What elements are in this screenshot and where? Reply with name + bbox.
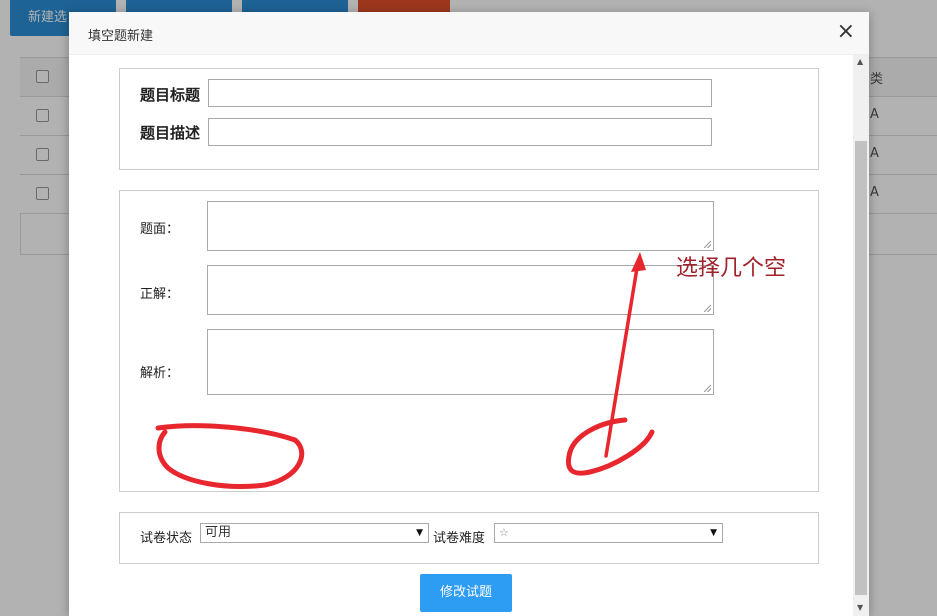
scroll-thumb[interactable] [855,141,867,595]
resize-handle-icon[interactable] [704,305,711,312]
submit-question-button[interactable]: 修改试题 [420,574,512,612]
dialog-header: 填空题新建 × [69,12,869,55]
stem-textarea[interactable] [207,201,714,251]
dialog-title: 填空题新建 [88,29,154,44]
status-select[interactable]: 可用 ▼ [200,523,429,543]
content-section: 题面： 正解： 解析： [119,190,819,492]
annotation-text: 选择几个空 [676,256,787,281]
scroll-up-icon[interactable]: ▲ [857,57,863,66]
resize-handle-icon[interactable] [704,385,711,392]
question-desc-label: 题目描述 [140,124,201,142]
title-section: 题目标题 题目描述 [119,68,819,170]
question-title-label: 题目标题 [140,86,201,104]
close-icon[interactable]: × [837,20,855,44]
dropdown-arrow-icon: ▼ [416,528,423,538]
question-desc-input[interactable] [208,118,712,146]
analysis-textarea[interactable] [207,329,714,395]
answer-label: 正解： [140,287,180,302]
settings-section: 试卷状态 可用 ▼ 试卷难度 ☆ ▼ [119,512,819,564]
resize-handle-icon[interactable] [704,241,711,248]
star-icon: ☆ [499,526,509,539]
dialog-body: 题目标题 题目描述 题面： 正解： 解析： 试卷状态 可用 ▼ 试卷难度 ☆ ▼ [69,55,853,616]
difficulty-select[interactable]: ☆ ▼ [494,523,723,543]
scroll-down-icon[interactable]: ▼ [857,603,863,612]
dialog-scrollbar[interactable]: ▲ ▼ [853,55,869,616]
analysis-label: 解析： [140,366,180,381]
fill-blank-dialog: 填空题新建 × 题目标题 题目描述 题面： 正解： 解析： 试卷状态 可用 ▼ [69,12,869,616]
status-label: 试卷状态 [140,531,193,546]
stem-label: 题面： [140,222,180,237]
question-title-input[interactable] [208,79,712,107]
answer-textarea[interactable] [207,265,714,315]
dropdown-arrow-icon: ▼ [710,528,717,538]
status-value: 可用 [205,525,232,540]
difficulty-label: 试卷难度 [433,531,486,546]
